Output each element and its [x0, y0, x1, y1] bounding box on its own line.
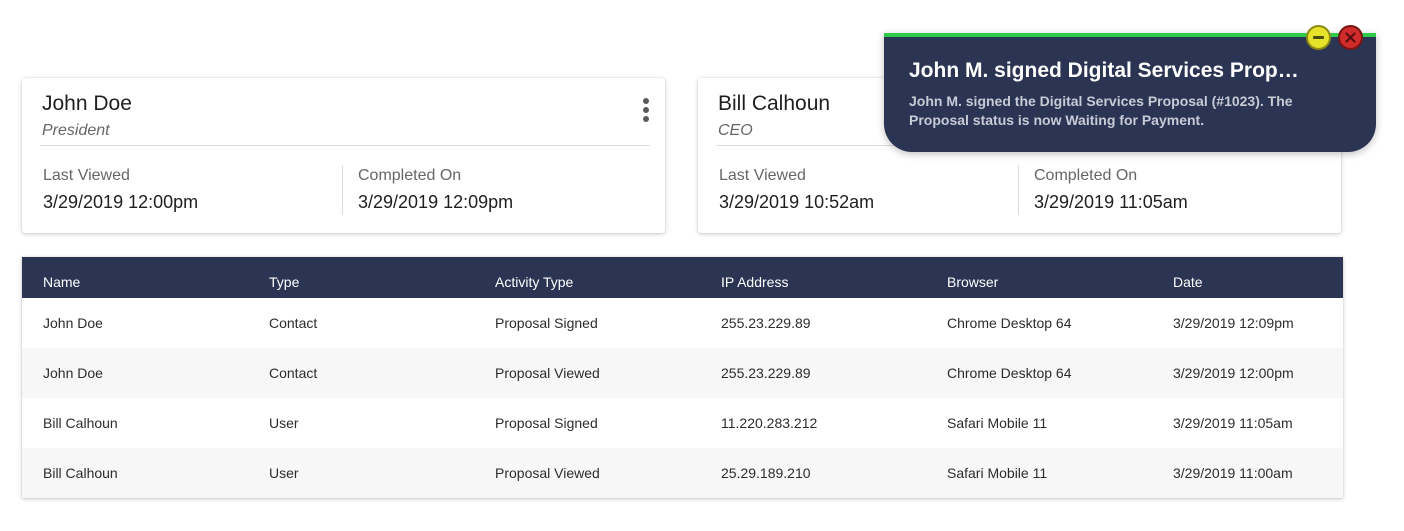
cell-name: Bill Calhoun	[43, 415, 118, 431]
table-header: Name Type Activity Type IP Address Brows…	[22, 257, 1343, 298]
signer-role: President	[42, 122, 110, 139]
column-header-type[interactable]: Type	[248, 274, 474, 290]
last-viewed-label: Last Viewed	[719, 167, 806, 184]
cell-ip-address: 11.220.283.212	[721, 415, 818, 431]
card-divider	[40, 145, 650, 146]
cell-date: 3/29/2019 11:05am	[1173, 415, 1293, 431]
close-button[interactable]	[1338, 25, 1363, 50]
minimize-button[interactable]	[1306, 25, 1331, 50]
cell-browser: Safari Mobile 11	[947, 415, 1048, 431]
cell-activity-type: Proposal Viewed	[495, 365, 600, 381]
cell-name: Bill Calhoun	[43, 465, 118, 481]
cell-type: User	[269, 465, 299, 481]
cell-name: John Doe	[43, 315, 103, 331]
column-header-name[interactable]: Name	[22, 274, 248, 290]
cell-ip-address: 25.29.189.210	[721, 465, 811, 481]
cell-activity-type: Proposal Signed	[495, 315, 598, 331]
column-header-browser[interactable]: Browser	[926, 274, 1152, 290]
column-divider	[1018, 165, 1019, 215]
cell-browser: Chrome Desktop 64	[947, 315, 1072, 331]
completed-on-label: Completed On	[358, 167, 462, 184]
cell-type: Contact	[269, 365, 318, 381]
table-row[interactable]: Bill Calhoun User Proposal Signed 11.220…	[22, 398, 1343, 448]
cell-browser: Safari Mobile 11	[947, 465, 1048, 481]
completed-on-value: 3/29/2019 11:05am	[1034, 192, 1188, 212]
cell-activity-type: Proposal Viewed	[495, 465, 600, 481]
cell-date: 3/29/2019 12:00pm	[1173, 365, 1294, 381]
cell-activity-type: Proposal Signed	[495, 415, 598, 431]
column-header-ip-address[interactable]: IP Address	[700, 274, 926, 290]
cell-type: Contact	[269, 315, 318, 331]
minus-icon	[1313, 36, 1324, 39]
table-row[interactable]: John Doe Contact Proposal Viewed 255.23.…	[22, 348, 1343, 398]
signer-name: John Doe	[42, 92, 132, 115]
cell-ip-address: 255.23.229.89	[721, 315, 811, 331]
table-row[interactable]: John Doe Contact Proposal Signed 255.23.…	[22, 298, 1343, 348]
more-options-icon[interactable]	[640, 98, 652, 130]
x-icon	[1345, 32, 1356, 43]
signer-card: John Doe President Last Viewed 3/29/2019…	[22, 78, 665, 233]
last-viewed-value: 3/29/2019 10:52am	[719, 192, 875, 212]
notification-title: John M. signed Digital Services Prop…	[909, 59, 1299, 82]
signer-role: CEO	[718, 122, 753, 139]
cell-date: 3/29/2019 12:09pm	[1173, 315, 1294, 331]
column-header-date[interactable]: Date	[1152, 274, 1343, 290]
notification-toast[interactable]: John M. signed Digital Services Prop… Jo…	[884, 25, 1376, 152]
last-viewed-value: 3/29/2019 12:00pm	[43, 192, 199, 212]
table-row[interactable]: Bill Calhoun User Proposal Viewed 25.29.…	[22, 448, 1343, 498]
cell-type: User	[269, 415, 299, 431]
activity-table: Name Type Activity Type IP Address Brows…	[22, 257, 1343, 498]
cell-name: John Doe	[43, 365, 103, 381]
cell-date: 3/29/2019 11:00am	[1173, 465, 1293, 481]
last-viewed-label: Last Viewed	[43, 167, 130, 184]
notification-body: John M. signed the Digital Services Prop…	[909, 93, 1293, 128]
completed-on-value: 3/29/2019 12:09pm	[358, 192, 514, 212]
cell-ip-address: 255.23.229.89	[721, 365, 811, 381]
completed-on-label: Completed On	[1034, 167, 1138, 184]
column-header-activity-type[interactable]: Activity Type	[474, 274, 700, 290]
column-divider	[342, 165, 343, 215]
cell-browser: Chrome Desktop 64	[947, 365, 1072, 381]
signer-name: Bill Calhoun	[718, 92, 831, 115]
